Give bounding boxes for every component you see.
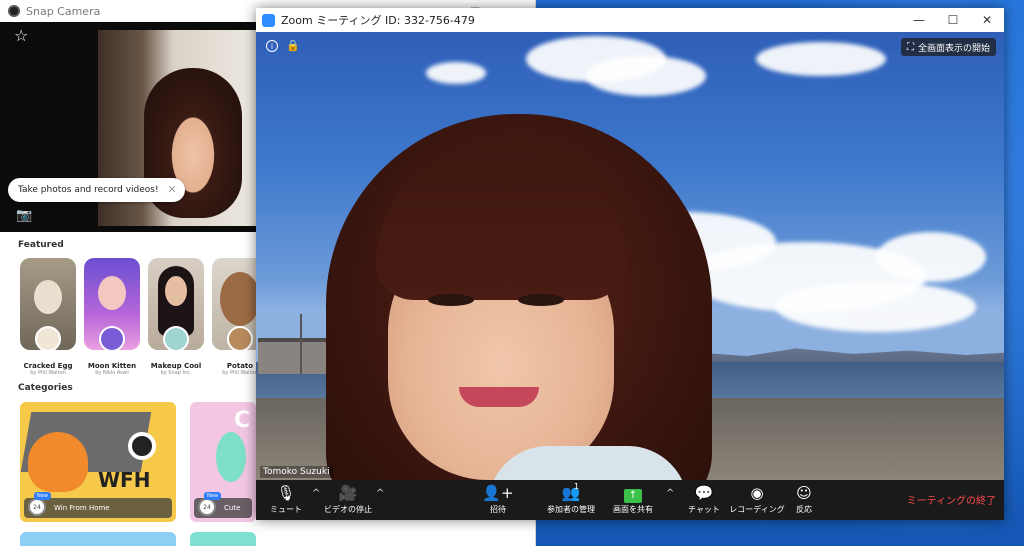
snap-window-title: Snap Camera bbox=[26, 4, 101, 18]
lens-creator-avatar bbox=[163, 326, 189, 352]
chat-bubble-icon: 💬 bbox=[694, 484, 714, 502]
lens-card-cracked-egg[interactable] bbox=[20, 258, 76, 352]
stop-video-button[interactable]: 🎥 ビデオの停止 bbox=[318, 484, 378, 518]
camera-icon[interactable]: 📷 bbox=[16, 208, 32, 223]
participants-icon: 👥 bbox=[561, 484, 581, 502]
lens-creator-avatar bbox=[35, 326, 61, 352]
chat-button[interactable]: 💬 チャット bbox=[674, 484, 734, 518]
lens-author: by Nikki Avail bbox=[95, 370, 129, 376]
lens-author: by Snap Inc. bbox=[160, 370, 192, 376]
lock-icon[interactable]: 🔒 bbox=[286, 39, 300, 52]
category-count-badge: 24 bbox=[28, 498, 46, 516]
participant-eye-left bbox=[428, 294, 474, 306]
chat-label: チャット bbox=[688, 505, 720, 514]
star-icon[interactable]: ☆ bbox=[14, 26, 28, 45]
tooltip-text: Take photos and record videos! bbox=[18, 185, 159, 195]
end-meeting-button[interactable]: ミーティングの終了 bbox=[907, 492, 996, 507]
lens-name: Cracked Egg bbox=[23, 362, 73, 370]
lens-name: Makeup Cool bbox=[150, 362, 202, 370]
share-screen-label: 画面を共有 bbox=[613, 505, 653, 514]
minimize-icon[interactable]: — bbox=[902, 8, 936, 32]
snap-tooltip: Take photos and record videos! ✕ bbox=[8, 178, 185, 202]
tooltip-close-icon[interactable]: ✕ bbox=[167, 183, 176, 196]
share-screen-button[interactable]: ↑ 画面を共有 bbox=[602, 484, 664, 518]
light-pole bbox=[300, 314, 302, 374]
zoom-meeting-window: Zoom ミーティング ID: 332-756-479 — ☐ ✕ i 🔒 ⛶ bbox=[256, 8, 1004, 520]
lens-card-makeup-cool[interactable] bbox=[148, 258, 204, 352]
cloud bbox=[776, 282, 976, 332]
lens-card-moon-kitten[interactable] bbox=[84, 258, 140, 352]
zoom-video-stage: i 🔒 ⛶ 全画面表示の開始 Tomoko Suzuki bbox=[256, 32, 1004, 480]
zoom-titlebar[interactable]: Zoom ミーティング ID: 332-756-479 — ☐ ✕ bbox=[256, 8, 1004, 32]
lens-name: Moon Kitten bbox=[87, 362, 137, 370]
add-person-icon: 👤+ bbox=[482, 484, 514, 502]
participant-count: 1 bbox=[574, 482, 580, 491]
invite-button[interactable]: 👤+ 招待 bbox=[468, 484, 528, 518]
zoom-meeting-toolbar: 🎙 ミュート ^ 🎥 ビデオの停止 ^ 👤+ 招待 👥 1 参加者の管理 ↑ 画… bbox=[256, 480, 1004, 520]
mute-label: ミュート bbox=[270, 505, 302, 514]
cute-art-letter: C bbox=[234, 408, 251, 433]
zoom-window-title: Zoom ミーティング ID: 332-756-479 bbox=[281, 14, 475, 27]
zoom-app-icon bbox=[262, 13, 275, 27]
reactions-label: 反応 bbox=[796, 505, 812, 514]
reactions-button[interactable]: ☺ 反応 bbox=[774, 484, 834, 518]
cloud bbox=[586, 56, 706, 96]
mute-button[interactable]: 🎙 ミュート bbox=[256, 484, 316, 518]
beach-building bbox=[258, 338, 328, 374]
categories-heading: Categories bbox=[18, 383, 73, 393]
new-tag: New bbox=[204, 492, 221, 500]
category-card-partial[interactable] bbox=[20, 532, 176, 546]
share-screen-icon: ↑ bbox=[602, 484, 664, 503]
info-icon[interactable]: i bbox=[266, 40, 278, 52]
manage-participants-label: 参加者の管理 bbox=[547, 505, 595, 514]
lens-author: by Phil Walton bbox=[30, 370, 66, 376]
video-camera-icon: 🎥 bbox=[338, 484, 358, 502]
lens-creator-avatar bbox=[99, 326, 125, 352]
close-icon[interactable]: ✕ bbox=[970, 8, 1004, 32]
manage-participants-button[interactable]: 👥 1 参加者の管理 bbox=[536, 482, 606, 518]
featured-heading: Featured bbox=[18, 240, 64, 250]
participant-eye-right bbox=[518, 294, 564, 306]
participant-lips bbox=[459, 387, 539, 407]
fullscreen-button[interactable]: ⛶ 全画面表示の開始 bbox=[900, 38, 996, 56]
microphone-icon: 🎙 bbox=[276, 484, 296, 502]
smiley-icon: ☺ bbox=[796, 484, 812, 502]
fullscreen-icon: ⛶ bbox=[906, 41, 914, 53]
zoom-window-controls: — ☐ ✕ bbox=[902, 8, 1004, 32]
snap-app-icon bbox=[8, 5, 20, 17]
category-label: Win From Home bbox=[24, 498, 172, 518]
category-card-cute[interactable]: C Cute 24 New bbox=[190, 402, 256, 522]
participant-name-tag: Tomoko Suzuki bbox=[260, 466, 333, 478]
invite-label: 招待 bbox=[490, 505, 506, 514]
maximize-icon[interactable]: ☐ bbox=[936, 8, 970, 32]
cloud bbox=[756, 42, 886, 76]
category-card-wfh[interactable]: WFH Win From Home 24 New bbox=[20, 402, 176, 522]
new-tag: New bbox=[34, 492, 51, 500]
category-card-partial[interactable] bbox=[190, 532, 256, 546]
stop-video-label: ビデオの停止 bbox=[324, 505, 372, 514]
lens-creator-avatar bbox=[227, 326, 253, 352]
cloud bbox=[426, 62, 486, 84]
fullscreen-label: 全画面表示の開始 bbox=[917, 43, 990, 54]
wfh-art-text: WFH bbox=[98, 468, 151, 492]
cloud bbox=[876, 232, 986, 282]
video-options-chevron-up-icon[interactable]: ^ bbox=[376, 488, 384, 499]
category-count-badge: 24 bbox=[198, 498, 216, 516]
